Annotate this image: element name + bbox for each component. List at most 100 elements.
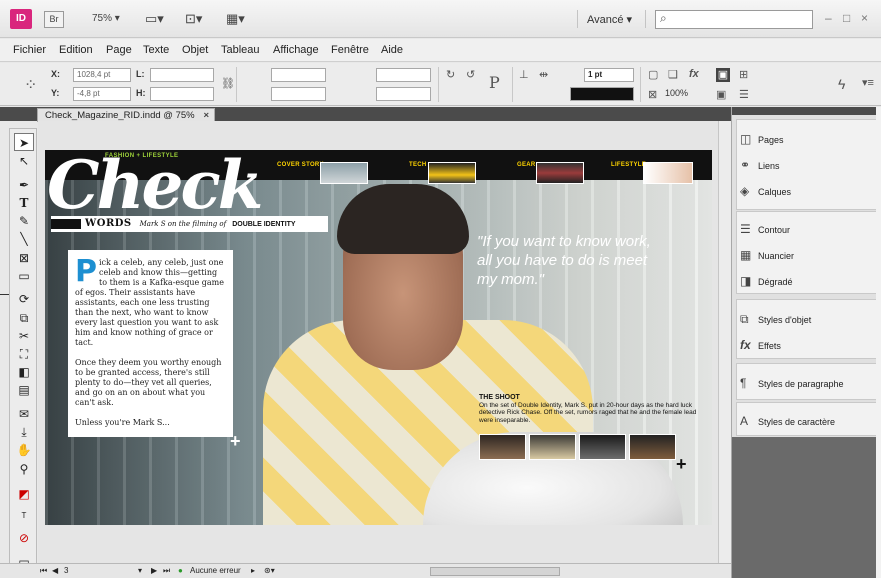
search-input[interactable]: ⌕ (655, 10, 813, 29)
menu-aide[interactable]: Aide (381, 44, 403, 56)
fill-stroke-swatch-icon[interactable]: ◩ (14, 485, 34, 503)
preflight-menu-icon[interactable]: ▸ (251, 566, 255, 575)
hand-tool-icon[interactable]: ✋ (14, 441, 34, 459)
content-fitting-icon[interactable]: ⊞ (739, 68, 748, 81)
magazine-spread[interactable]: Check FASHION + LIFESTYLE COVER STORY TE… (45, 150, 712, 525)
horizontal-scrollbar[interactable] (430, 567, 560, 576)
workspace-switcher[interactable]: Avancé ▾ (587, 13, 632, 26)
panel-effets[interactable]: fx Effets (740, 335, 781, 355)
eyedropper-tool-icon[interactable]: ⤓ (14, 423, 34, 441)
last-page-icon[interactable]: ⏭ (163, 566, 170, 576)
scissors-tool-icon[interactable]: ✂ (14, 327, 34, 345)
panel-menu-icon[interactable]: ▾≡ (862, 76, 874, 89)
distribute-icon[interactable]: ⇹ (539, 68, 548, 81)
frame-fitting-icon[interactable]: ▣ (716, 68, 730, 82)
rotate-ccw-icon[interactable]: ↺ (466, 68, 475, 81)
x-field[interactable]: 1028,4 pt (73, 68, 131, 82)
note-tool-icon[interactable]: ✉ (14, 405, 34, 423)
stroke-weight-field[interactable]: 1 pt (584, 68, 634, 82)
width-field[interactable] (150, 68, 214, 82)
panel-contour-label: Contour (758, 225, 791, 235)
height-field[interactable] (150, 87, 214, 101)
panel-liens[interactable]: ⚭ Liens (740, 155, 780, 175)
panel-contour[interactable]: ☰ Contour (740, 219, 790, 239)
open-file-icon[interactable]: ⊛▾ (264, 566, 275, 575)
control-panel: ⁘ X: 1028,4 pt Y: -4,8 pt L: H: ⛓ ↻ ↺ P … (0, 63, 881, 106)
next-page-icon[interactable]: ▶ (151, 566, 157, 575)
scale-y-field[interactable] (271, 87, 326, 101)
line-tool-icon[interactable]: ╲ (14, 230, 34, 248)
rectangle-tool-icon[interactable]: ▭ (14, 267, 34, 285)
scale-tool-icon[interactable]: ⧉ (14, 309, 34, 327)
align-icon[interactable]: ⊥ (519, 68, 529, 81)
select-content-icon[interactable]: ☰ (739, 88, 749, 101)
type-tool-icon[interactable]: T (14, 194, 34, 212)
drop-shadow-icon[interactable]: ❑ (668, 68, 678, 81)
free-transform-tool-icon[interactable]: ⛶ (14, 345, 34, 363)
stroke-icon: ☰ (740, 222, 751, 236)
preflight-status[interactable]: Aucune erreur (190, 566, 241, 575)
panel-calques[interactable]: ◈ Calques (740, 181, 791, 201)
constrain-proportions-icon[interactable]: ⛓ (221, 77, 235, 90)
stroke-style-field[interactable] (570, 87, 634, 101)
shear-field[interactable] (376, 87, 431, 101)
arrange-documents-icon[interactable]: ▦▾ (226, 11, 252, 27)
bridge-button[interactable]: Br (44, 11, 64, 28)
gradient-feather-tool-icon[interactable]: ▤ (14, 381, 34, 399)
opacity-value[interactable]: 100% (665, 88, 688, 98)
panel-styles-objet[interactable]: ⧉ Styles d'objet (740, 309, 811, 329)
panel-pages[interactable]: ◫ Pages (740, 129, 784, 149)
lightning-icon[interactable]: ϟ (838, 76, 845, 92)
menu-edition[interactable]: Edition (59, 44, 93, 56)
panel-nuancier-label: Nuancier (758, 251, 795, 261)
y-field[interactable]: -4,8 pt (73, 87, 131, 101)
menu-texte[interactable]: Texte (143, 44, 169, 56)
fill-icon[interactable]: ▢ (648, 68, 658, 81)
view-options-icon[interactable]: ▭▾ (145, 11, 171, 27)
rotation-field[interactable] (376, 68, 431, 82)
previous-page-icon[interactable]: ◀ (52, 566, 58, 575)
rectangle-frame-tool-icon[interactable]: ⊠ (14, 249, 34, 267)
scale-x-field[interactable] (271, 68, 326, 82)
menu-objet[interactable]: Objet (182, 44, 208, 56)
close-button[interactable]: × (861, 11, 868, 25)
menu-fenetre[interactable]: Fenêtre (331, 44, 369, 56)
menu-page[interactable]: Page (106, 44, 132, 56)
document-tab[interactable]: Check_Magazine_RID.indd @ 75% × (37, 108, 215, 122)
screen-mode-icon[interactable]: ⊡▾ (185, 11, 211, 27)
rotate-icon[interactable]: ↻ (446, 68, 455, 81)
menu-affichage[interactable]: Affichage (273, 44, 319, 56)
effects-icon[interactable]: fx (689, 68, 699, 80)
application-bar: ID Br 75% ▾ ▭▾ ⊡▾ ▦▾ Avancé ▾ ⌕ – □ × (0, 0, 881, 38)
pen-tool-icon[interactable]: ✒ (14, 176, 34, 194)
panel-styles-caractere[interactable]: A Styles de caractère (740, 411, 835, 431)
pencil-tool-icon[interactable]: ✎ (14, 212, 34, 230)
panel-degrade[interactable]: ◨ Dégradé (740, 271, 793, 291)
page-dropdown-icon[interactable]: ▾ (138, 566, 142, 575)
maximize-button[interactable]: □ (843, 11, 850, 25)
select-container-icon[interactable]: ▣ (716, 88, 726, 101)
reference-point-icon[interactable]: ⁘ (24, 75, 37, 95)
masthead-tagline: FASHION + LIFESTYLE (105, 153, 179, 159)
article-text-frame[interactable]: Pick a celeb, any celeb, just one celeb … (68, 250, 233, 437)
panel-nuancier[interactable]: ▦ Nuancier (740, 245, 794, 265)
text-frame-icon[interactable]: P (489, 73, 500, 92)
x-label: X: (51, 69, 60, 79)
vertical-scrollbar[interactable] (718, 121, 731, 563)
panel-styles-paragraphe[interactable]: ¶ Styles de paragraphe (740, 373, 844, 393)
rotate-tool-icon[interactable]: ⟳ (14, 290, 34, 308)
panel-effets-label: Effets (758, 341, 781, 351)
minimize-button[interactable]: – (825, 11, 832, 25)
page-number-field[interactable]: 3 (64, 566, 68, 575)
article-paragraph-3: Unless you're Mark S... (75, 418, 170, 427)
first-page-icon[interactable]: ⏮ (40, 566, 47, 576)
gradient-tool-icon[interactable]: ◧ (14, 363, 34, 381)
menu-fichier[interactable]: Fichier (13, 44, 46, 56)
apply-none-icon[interactable]: ⊘ (14, 529, 34, 547)
zoom-tool-icon[interactable]: ⚲ (14, 460, 34, 478)
menu-tableau[interactable]: Tableau (221, 44, 260, 56)
formatting-affects-container-icon[interactable]: T (14, 507, 34, 525)
direct-selection-tool-icon[interactable]: ↖ (14, 152, 34, 170)
zoom-dropdown[interactable]: 75% ▾ (92, 13, 120, 24)
selection-tool-icon[interactable]: ➤ (14, 133, 34, 151)
